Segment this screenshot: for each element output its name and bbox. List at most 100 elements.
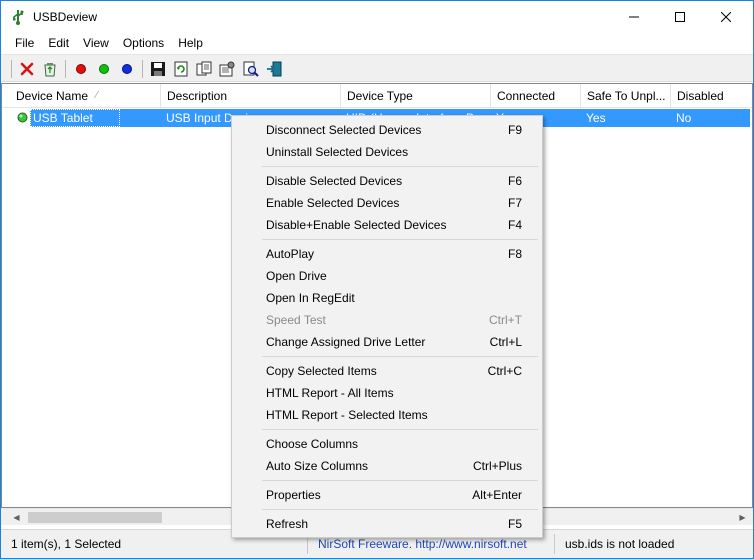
- menu-item-label: Speed Test: [266, 313, 326, 327]
- refresh-icon: [174, 61, 188, 77]
- menu-file[interactable]: File: [8, 33, 41, 54]
- toolbar-separator: [142, 60, 143, 78]
- close-window-button[interactable]: [703, 1, 749, 33]
- scroll-right-button[interactable]: ▶: [734, 509, 751, 526]
- chevron-left-icon: ◀: [13, 513, 20, 522]
- uninstall-button[interactable]: [40, 59, 60, 79]
- context-menu: Disconnect Selected Devices F9 Uninstall…: [231, 115, 543, 538]
- copy-icon: [196, 61, 212, 76]
- red-dot-icon: [76, 64, 86, 74]
- menu-item-disable[interactable]: Disable Selected Devices F6: [234, 170, 540, 192]
- sort-arrow-icon: ⁄: [96, 90, 98, 101]
- menu-item-label: Copy Selected Items: [266, 364, 377, 378]
- title-bar[interactable]: USBDeview: [1, 1, 753, 33]
- menu-item-shortcut: F7: [507, 196, 522, 210]
- green-dot-icon: [99, 64, 109, 74]
- menu-item-shortcut: Ctrl+Plus: [472, 459, 522, 473]
- column-header-device-name[interactable]: Device Name ⁄: [10, 84, 161, 108]
- menu-item-shortcut: F5: [507, 517, 522, 531]
- menu-edit[interactable]: Edit: [41, 33, 76, 54]
- menu-item-autoplay[interactable]: AutoPlay F8: [234, 243, 540, 265]
- copy-button[interactable]: [194, 59, 214, 79]
- column-header-disabled[interactable]: Disabled: [671, 84, 752, 108]
- maximize-icon: [675, 12, 685, 22]
- menu-item-open-regedit[interactable]: Open In RegEdit: [234, 287, 540, 309]
- save-button[interactable]: [148, 59, 168, 79]
- recycle-bin-icon: [44, 63, 56, 77]
- focus-rectangle: [30, 109, 120, 127]
- menu-item-html-report-all[interactable]: HTML Report - All Items: [234, 382, 540, 404]
- properties-button[interactable]: [217, 59, 237, 79]
- maximize-button[interactable]: [657, 1, 703, 33]
- menu-item-choose-columns[interactable]: Choose Columns: [234, 433, 540, 455]
- menu-item-label: Change Assigned Drive Letter: [266, 335, 426, 349]
- properties-icon: [219, 61, 235, 77]
- menu-item-change-drive-letter[interactable]: Change Assigned Drive Letter Ctrl+L: [234, 331, 540, 353]
- enable-button[interactable]: [94, 59, 114, 79]
- chevron-right-icon: ▶: [739, 513, 746, 522]
- menu-item-uninstall[interactable]: Uninstall Selected Devices: [234, 141, 540, 163]
- menu-help[interactable]: Help: [171, 33, 210, 54]
- refresh-button[interactable]: [171, 59, 191, 79]
- status-usbids: usb.ids is not loaded: [565, 537, 675, 551]
- menu-item-label: AutoPlay: [266, 247, 315, 261]
- red-x-icon: [20, 62, 34, 76]
- close-icon: [721, 12, 731, 22]
- column-header-description[interactable]: Description: [161, 84, 341, 108]
- toolbar: [1, 54, 753, 82]
- menu-item-label: HTML Report - All Items: [266, 386, 394, 400]
- menu-item-shortcut: Ctrl+L: [489, 335, 522, 349]
- exit-icon: [267, 61, 282, 77]
- menu-item-enable[interactable]: Enable Selected Devices F7: [234, 192, 540, 214]
- menu-item-shortcut: F6: [507, 174, 522, 188]
- column-header-connected[interactable]: Connected: [491, 84, 581, 108]
- menu-item-shortcut: F4: [507, 218, 522, 232]
- menu-item-label: Disable+Enable Selected Devices: [266, 218, 447, 232]
- menu-separator: [262, 166, 538, 167]
- column-header-device-type[interactable]: Device Type: [341, 84, 491, 108]
- menu-separator: [262, 239, 538, 240]
- menu-item-label: HTML Report - Selected Items: [266, 408, 428, 422]
- menu-item-open-drive[interactable]: Open Drive: [234, 265, 540, 287]
- list-header: Device Name ⁄ Description Device Type Co…: [2, 84, 752, 108]
- menu-item-copy[interactable]: Copy Selected Items Ctrl+C: [234, 360, 540, 382]
- scroll-thumb[interactable]: [28, 512, 162, 523]
- disconnect-button[interactable]: [17, 59, 37, 79]
- save-icon: [151, 62, 165, 76]
- menu-item-label: Open In RegEdit: [266, 291, 355, 305]
- exit-button[interactable]: [264, 59, 284, 79]
- window-title: USBDeview: [33, 10, 98, 24]
- menu-item-disconnect[interactable]: Disconnect Selected Devices F9: [234, 119, 540, 141]
- disable-enable-button[interactable]: [117, 59, 137, 79]
- menu-separator: [262, 509, 538, 510]
- column-header-safe-to-unplug[interactable]: Safe To Unpl...: [581, 84, 671, 108]
- column-label: Device Name: [16, 89, 89, 103]
- usb-app-icon: [13, 10, 24, 25]
- minimize-button[interactable]: [611, 1, 657, 33]
- cell-safe-to-unplug: Yes: [586, 111, 606, 125]
- menu-item-label: Disable Selected Devices: [266, 174, 403, 188]
- menu-item-shortcut: Ctrl+C: [487, 364, 522, 378]
- menu-item-auto-size-columns[interactable]: Auto Size Columns Ctrl+Plus: [234, 455, 540, 477]
- menu-item-refresh[interactable]: Refresh F5: [234, 513, 540, 535]
- menu-item-label: Choose Columns: [266, 437, 359, 451]
- toolbar-separator: [65, 60, 66, 78]
- menu-separator: [262, 356, 538, 357]
- menu-options[interactable]: Options: [116, 33, 171, 54]
- menu-separator: [262, 429, 538, 430]
- menu-item-shortcut: F8: [507, 247, 522, 261]
- scroll-left-button[interactable]: ◀: [8, 509, 25, 526]
- toolbar-separator: [11, 60, 12, 78]
- menu-item-label: Auto Size Columns: [266, 459, 369, 473]
- menu-item-shortcut: F9: [507, 123, 522, 137]
- menu-view[interactable]: View: [76, 33, 116, 54]
- find-button[interactable]: [241, 59, 261, 79]
- menu-item-label: Enable Selected Devices: [266, 196, 400, 210]
- menu-item-html-report-selected[interactable]: HTML Report - Selected Items: [234, 404, 540, 426]
- disable-button[interactable]: [71, 59, 91, 79]
- blue-dot-icon: [122, 64, 132, 74]
- menu-item-disable-enable[interactable]: Disable+Enable Selected Devices F4: [234, 214, 540, 236]
- menu-item-speed-test: Speed Test Ctrl+T: [234, 309, 540, 331]
- menu-item-properties[interactable]: Properties Alt+Enter: [234, 484, 540, 506]
- menu-item-label: Open Drive: [266, 269, 327, 283]
